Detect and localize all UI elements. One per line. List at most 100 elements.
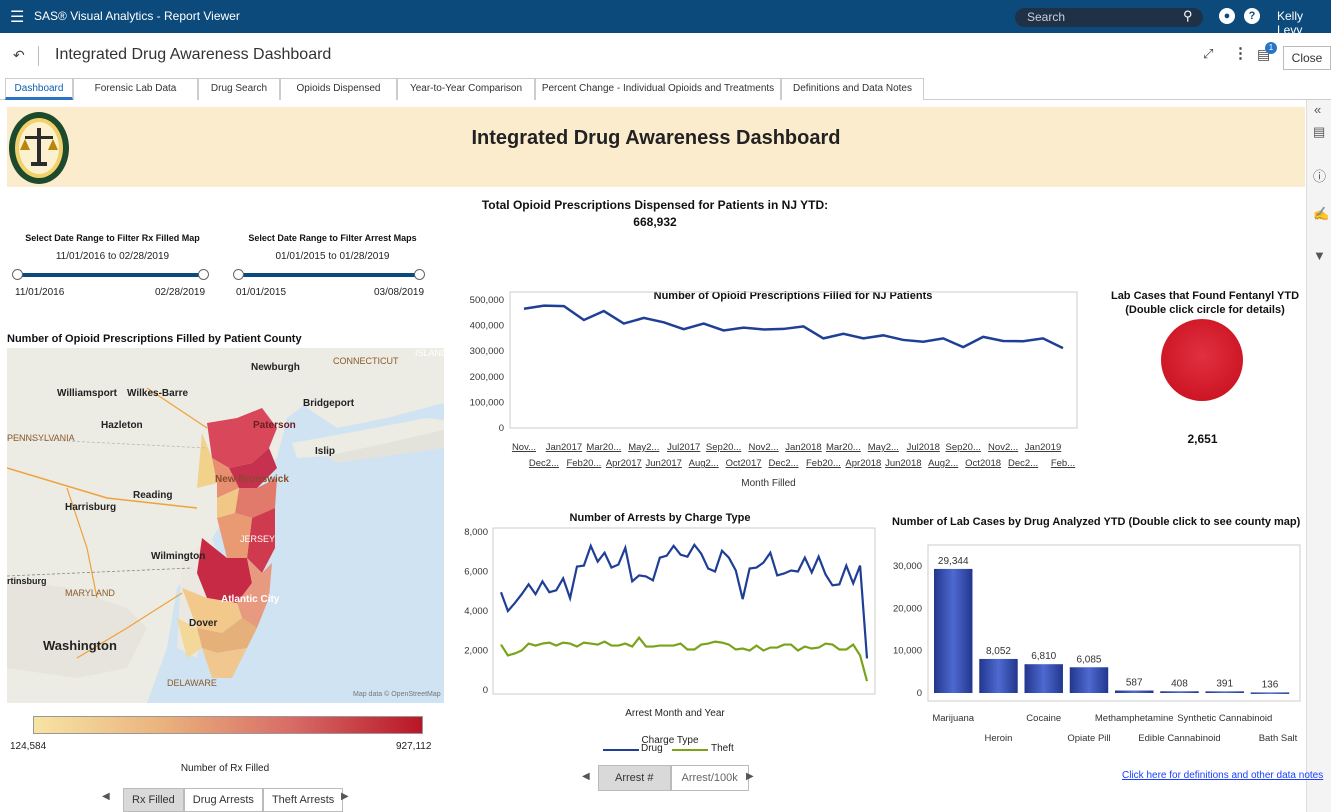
x-axis-label: Month Filled <box>741 478 795 489</box>
bar-value-label: 136 <box>1262 679 1279 690</box>
bar-marijuana <box>934 568 973 693</box>
rx-filled-button[interactable]: Rx Filled <box>123 788 184 812</box>
map-place-label: Wilkes-Barre <box>127 388 189 399</box>
x-tick-label: Oct2017 <box>726 458 762 469</box>
arrest-slider-start-handle[interactable] <box>233 269 244 280</box>
rx-line-chart[interactable]: 0 100,000 200,000 300,000 400,000 500,000 Nov.… <box>455 278 1095 493</box>
bar-value-label: 8,052 <box>986 646 1011 657</box>
rx-date-slider[interactable] <box>17 273 204 277</box>
x-tick-label: Sep20... <box>706 442 741 453</box>
theft-arrests-button[interactable]: Theft Arrests <box>262 788 344 812</box>
info-icon[interactable]: ⓘ <box>1313 166 1326 185</box>
rx-filter-title: Select Date Range to Filter Rx Filled Ma… <box>25 233 200 243</box>
tab-definitions[interactable]: Definitions and Data Notes <box>781 78 924 100</box>
search-icon[interactable]: ⚲ <box>1183 8 1193 24</box>
x-tick-label: Nov2... <box>988 442 1018 453</box>
tab-opioids-dispensed[interactable]: Opioids Dispensed <box>280 78 397 100</box>
x-tick-label: Apr2017 <box>606 458 642 469</box>
map-place-label: Harrisburg <box>65 502 117 513</box>
arrest-measure-buttons: Arrest # Arrest/100k <box>598 765 749 791</box>
x-tick-label: Nov... <box>512 442 536 453</box>
x-tick-label: Aug2... <box>689 458 719 469</box>
bar-cocaine <box>1024 664 1063 693</box>
x-tick-label: Jul2018 <box>907 442 940 453</box>
rx-slider-start-handle[interactable] <box>12 269 23 280</box>
y-tick-label: 20,000 <box>893 603 922 614</box>
arrest-slider-end-handle[interactable] <box>414 269 425 280</box>
map-place-label: Williamsport <box>57 388 117 399</box>
tab-percent-change[interactable]: Percent Change - Individual Opioids and … <box>535 78 781 100</box>
arrest-slider-min: 01/01/2015 <box>236 287 287 298</box>
map-region-label: MARYLAND <box>65 588 115 598</box>
comment-icon[interactable]: ✍ <box>1313 206 1329 222</box>
collapse-icon[interactable]: « <box>1314 102 1321 117</box>
x-tick-label: Sep20... <box>945 442 980 453</box>
map-legend-gradient <box>33 716 423 734</box>
y-tick-label: 0 <box>917 688 922 699</box>
arrest-filter-range: 01/01/2015 to 01/28/2019 <box>275 251 390 262</box>
map-place-label: Wilmington <box>151 551 206 562</box>
drug-arrests-button[interactable]: Drug Arrests <box>183 788 263 812</box>
close-button[interactable]: Close <box>1283 46 1331 70</box>
rx-slider-end-handle[interactable] <box>198 269 209 280</box>
bar-synthetic-cannabinoid <box>1205 691 1244 693</box>
map-place-label: Newburgh <box>251 362 300 373</box>
fullscreen-icon[interactable]: ⤢ <box>1203 46 1213 62</box>
prev-icon[interactable]: ◀ <box>102 791 110 802</box>
tab-drug-search[interactable]: Drug Search <box>198 78 280 100</box>
bar-value-label: 6,085 <box>1076 654 1101 665</box>
more-options-icon[interactable]: ⋮ <box>1233 44 1248 62</box>
x-tick-label: Jun2018 <box>885 458 921 469</box>
y-tick-label: 8,000 <box>464 527 488 538</box>
x-tick-label: Aug2... <box>928 458 958 469</box>
map-attribution: Map data © OpenStreetMap <box>353 691 441 698</box>
bar-value-label: 29,344 <box>938 556 969 567</box>
x-tick-label: May2... <box>628 442 659 453</box>
x-tick-label: Dec2... <box>768 458 798 469</box>
arrests-x-label: Arrest Month and Year <box>625 708 725 719</box>
tab-forensic-lab-data[interactable]: Forensic Lab Data <box>73 78 198 100</box>
back-icon[interactable]: ↶ <box>13 47 25 64</box>
x-tick-label: Jan2017 <box>546 442 582 453</box>
next-icon[interactable]: ▶ <box>746 771 754 782</box>
help-icon[interactable]: ? <box>1244 8 1260 24</box>
search-input[interactable]: Search <box>1015 8 1203 27</box>
report-title: Integrated Drug Awareness Dashboard <box>55 46 332 63</box>
arrest-date-slider[interactable] <box>238 273 420 277</box>
bar-value-label: 408 <box>1171 678 1188 689</box>
arrest-count-button[interactable]: Arrest # <box>598 765 671 791</box>
arrest-filter-title: Select Date Range to Filter Arrest Maps <box>248 233 417 243</box>
x-tick-label: Feb20... <box>806 458 841 469</box>
y-tick-label: 2,000 <box>464 646 488 657</box>
x-tick-label: Jan2018 <box>785 442 821 453</box>
y-tick-label: 30,000 <box>893 561 922 572</box>
county-map[interactable]: Newburgh Williamsport Wilkes-Barre Bridg… <box>7 348 444 703</box>
arrests-line-chart[interactable]: 0 2,000 4,000 6,000 8,000 <box>455 520 880 720</box>
x-tick-label: Synthetic Cannabinoid <box>1177 713 1272 724</box>
tab-year-to-year[interactable]: Year-to-Year Comparison <box>397 78 535 100</box>
notification-badge: 1 <box>1265 42 1277 54</box>
x-tick-label: Marijuana <box>932 713 974 724</box>
arrest-rate-button[interactable]: Arrest/100k <box>670 765 749 791</box>
fentanyl-circle-chart[interactable] <box>1155 310 1250 415</box>
bar-methamphetamine <box>1115 690 1154 693</box>
data-icon[interactable]: ▤ <box>1313 124 1325 140</box>
map-place-label: Atlantic City <box>221 594 280 605</box>
y-tick-label: 100,000 <box>470 397 504 408</box>
map-region-label: JERSEY <box>240 534 276 544</box>
definitions-link[interactable]: Click here for definitions and other dat… <box>1122 770 1323 781</box>
lab-cases-bar-chart[interactable]: 0 10,000 20,000 30,000 29,344 Marijuana 8,052 H… <box>880 525 1305 755</box>
notifications-icon[interactable]: ● <box>1219 8 1235 24</box>
prev-icon[interactable]: ◀ <box>582 771 590 782</box>
bar-bath-salt <box>1250 692 1290 694</box>
banner-title: Integrated Drug Awareness Dashboard <box>471 127 841 149</box>
tab-dashboard[interactable]: Dashboard <box>5 78 73 100</box>
filter-icon[interactable]: ▼ <box>1313 248 1326 263</box>
map-title: Number of Opioid Prescriptions Filled by… <box>7 333 302 345</box>
hamburger-icon[interactable]: ☰ <box>10 7 24 27</box>
map-place-label: Paterson <box>253 420 296 431</box>
next-icon[interactable]: ▶ <box>341 791 349 802</box>
x-tick-label: Mar20... <box>586 442 621 453</box>
x-tick-label: Methamphetamine <box>1095 713 1174 724</box>
x-tick-label: Dec2... <box>1008 458 1038 469</box>
